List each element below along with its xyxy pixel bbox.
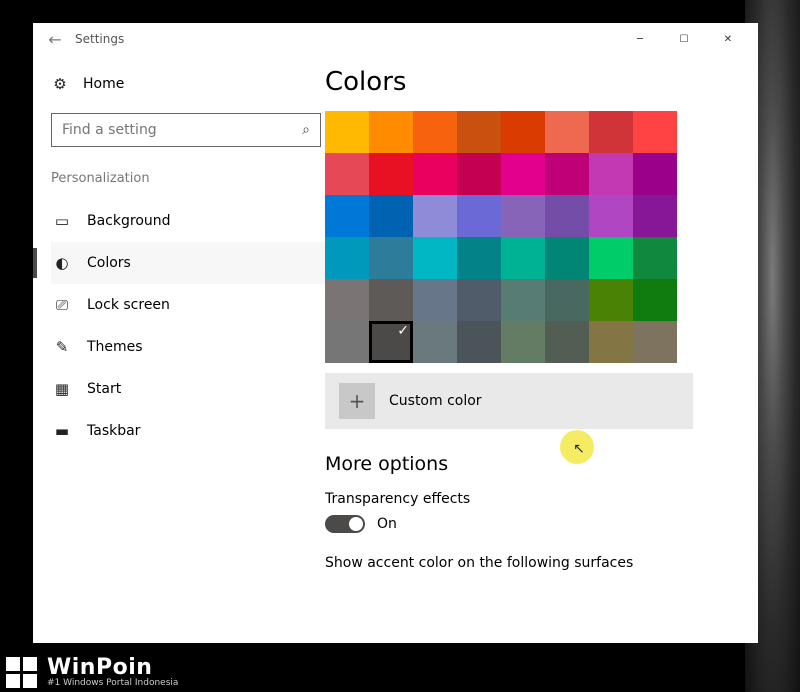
back-button[interactable]: ← [41, 30, 69, 49]
color-swatch[interactable] [501, 279, 545, 321]
color-swatch[interactable] [501, 237, 545, 279]
color-swatch[interactable] [589, 279, 633, 321]
sidebar-item-label: Lock screen [87, 297, 170, 313]
color-swatch[interactable] [545, 321, 589, 363]
color-palette [325, 111, 758, 363]
color-swatch[interactable] [413, 279, 457, 321]
sidebar-item-label: Background [87, 213, 171, 229]
settings-window: ← Settings ─ ☐ ✕ ⚙ Home ⌕ Personalizatio… [33, 23, 758, 643]
color-swatch[interactable] [457, 321, 501, 363]
color-swatch[interactable] [457, 153, 501, 195]
transparency-state: On [377, 516, 397, 532]
transparency-label: Transparency effects [325, 491, 758, 507]
gear-icon: ⚙ [51, 75, 69, 93]
color-swatch[interactable] [633, 237, 677, 279]
color-swatch[interactable] [545, 153, 589, 195]
sidebar-item-label: Colors [87, 255, 131, 271]
color-swatch[interactable] [325, 237, 369, 279]
color-swatch[interactable] [457, 237, 501, 279]
color-swatch[interactable] [457, 279, 501, 321]
watermark-tagline: #1 Windows Portal Indonesia [47, 679, 178, 688]
color-swatch[interactable] [501, 321, 545, 363]
color-swatch[interactable] [369, 111, 413, 153]
color-swatch[interactable] [589, 111, 633, 153]
section-label: Personalization [51, 171, 325, 186]
color-swatch[interactable] [501, 111, 545, 153]
color-swatch[interactable] [457, 111, 501, 153]
color-swatch[interactable] [633, 111, 677, 153]
color-swatch[interactable] [589, 237, 633, 279]
window-titlebar: ← Settings ─ ☐ ✕ [33, 23, 758, 55]
sidebar-item-themes[interactable]: ✎ Themes [51, 326, 325, 368]
color-swatch[interactable] [633, 321, 677, 363]
color-swatch[interactable] [545, 279, 589, 321]
custom-color-button[interactable]: + Custom color [325, 373, 693, 429]
watermark: WinPoin #1 Windows Portal Indonesia [0, 657, 178, 688]
color-swatch[interactable] [325, 279, 369, 321]
search-input[interactable] [62, 122, 302, 138]
color-swatch[interactable] [413, 111, 457, 153]
plus-icon: + [339, 383, 375, 419]
page-heading: Colors [325, 67, 758, 97]
color-swatch[interactable] [501, 153, 545, 195]
color-swatch[interactable] [633, 279, 677, 321]
color-swatch[interactable] [325, 111, 369, 153]
grid-icon: ▦ [53, 380, 71, 398]
color-swatch[interactable] [589, 195, 633, 237]
color-swatch[interactable] [633, 195, 677, 237]
lockscreen-icon: ⎚ [53, 296, 71, 314]
sidebar-item-colors[interactable]: ◐ Colors [51, 242, 325, 284]
color-swatch[interactable] [369, 153, 413, 195]
search-icon: ⌕ [302, 122, 310, 138]
color-swatch[interactable] [369, 237, 413, 279]
color-swatch[interactable] [589, 321, 633, 363]
color-swatch[interactable] [545, 195, 589, 237]
image-icon: ▭ [53, 212, 71, 230]
close-button[interactable]: ✕ [706, 24, 750, 54]
home-label: Home [83, 76, 124, 92]
palette-icon: ◐ [53, 254, 71, 272]
search-box[interactable]: ⌕ [51, 113, 321, 147]
color-swatch[interactable] [369, 279, 413, 321]
sidebar-item-label: Taskbar [87, 423, 140, 439]
window-title: Settings [75, 32, 124, 46]
custom-color-label: Custom color [389, 393, 482, 409]
color-swatch[interactable] [501, 195, 545, 237]
more-options-heading: More options [325, 453, 758, 475]
sidebar-item-background[interactable]: ▭ Background [51, 200, 325, 242]
watermark-logo-icon [6, 657, 37, 688]
sidebar: ⚙ Home ⌕ Personalization ▭ Background ◐ Col… [33, 55, 325, 643]
color-swatch[interactable] [457, 195, 501, 237]
minimize-button[interactable]: ─ [618, 24, 662, 54]
color-swatch[interactable] [589, 153, 633, 195]
maximize-button[interactable]: ☐ [662, 24, 706, 54]
transparency-toggle[interactable] [325, 515, 365, 533]
color-swatch[interactable] [633, 153, 677, 195]
color-swatch[interactable] [413, 153, 457, 195]
color-swatch[interactable] [545, 237, 589, 279]
sidebar-item-label: Start [87, 381, 121, 397]
sidebar-item-lock-screen[interactable]: ⎚ Lock screen [51, 284, 325, 326]
sidebar-item-taskbar[interactable]: ▬ Taskbar [51, 410, 325, 452]
sidebar-item-start[interactable]: ▦ Start [51, 368, 325, 410]
color-swatch[interactable] [325, 321, 369, 363]
paintbrush-icon: ✎ [53, 338, 71, 356]
main-panel: Colors + Custom color More options Trans… [325, 55, 758, 643]
accent-surfaces-label: Show accent color on the following surfa… [325, 555, 758, 571]
watermark-name: WinPoin [47, 657, 178, 679]
color-swatch[interactable] [369, 195, 413, 237]
taskbar-icon: ▬ [53, 422, 71, 440]
color-swatch[interactable] [413, 321, 457, 363]
color-swatch[interactable] [545, 111, 589, 153]
color-swatch[interactable] [413, 195, 457, 237]
color-swatch[interactable] [369, 321, 413, 363]
home-button[interactable]: ⚙ Home [51, 71, 325, 97]
color-swatch[interactable] [325, 153, 369, 195]
color-swatch[interactable] [325, 195, 369, 237]
sidebar-item-label: Themes [87, 339, 143, 355]
color-swatch[interactable] [413, 237, 457, 279]
